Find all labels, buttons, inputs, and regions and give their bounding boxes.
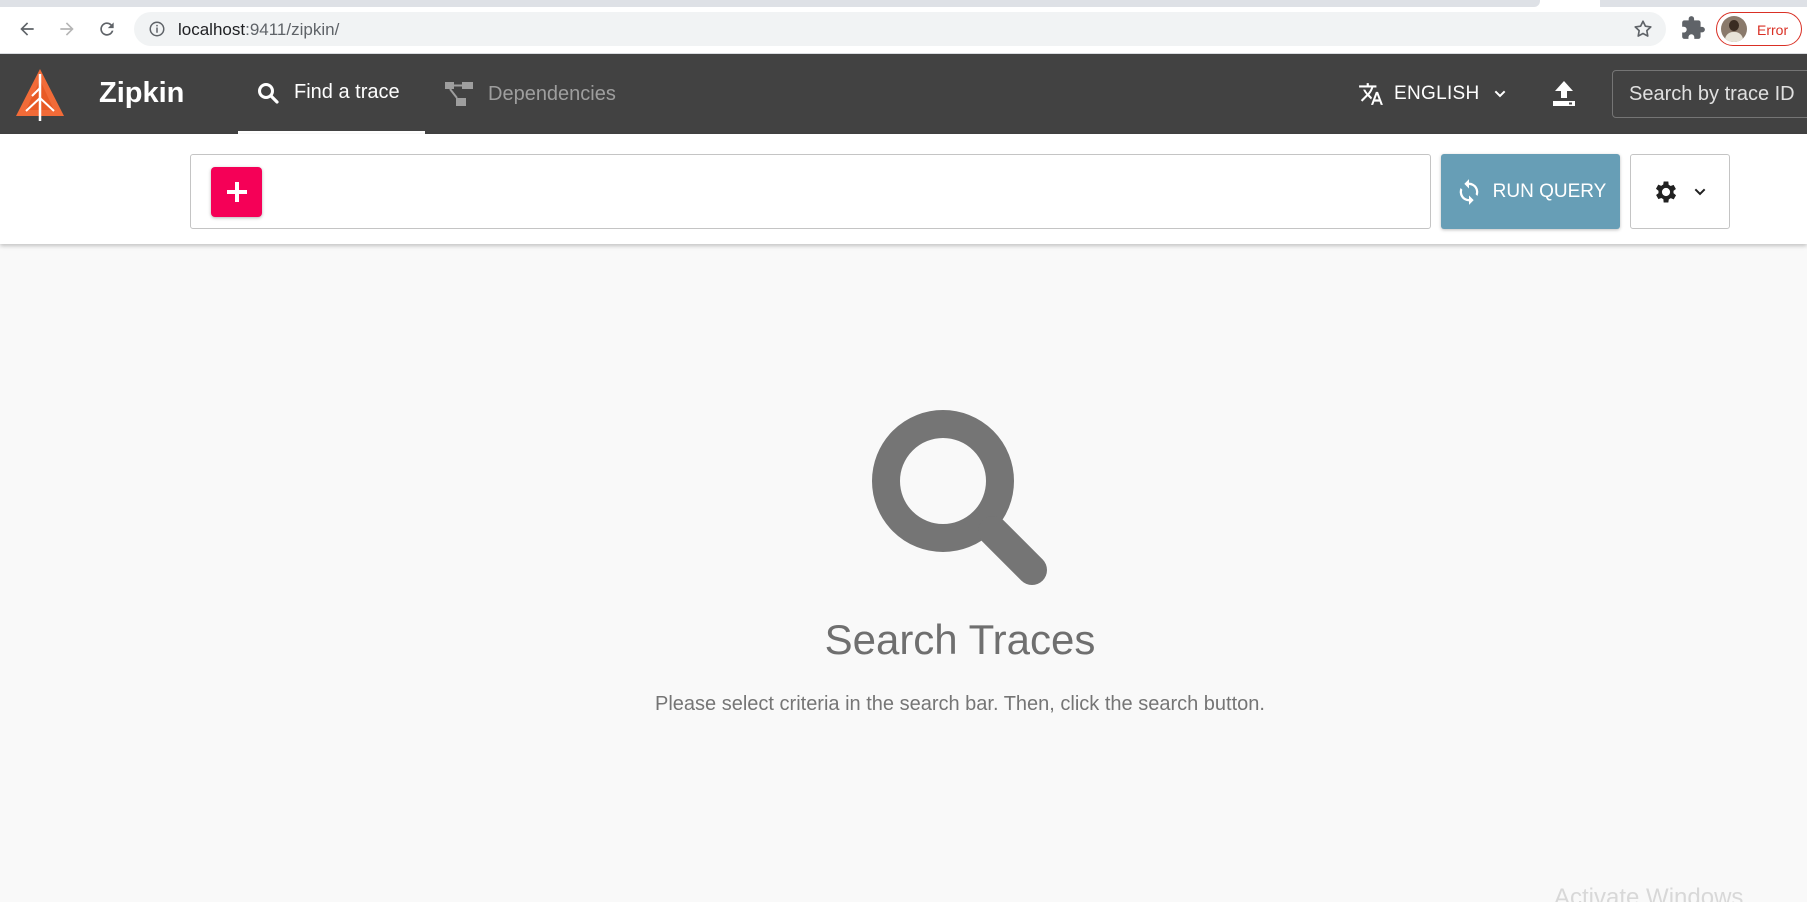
chevron-down-icon <box>1494 90 1505 98</box>
run-query-button[interactable]: RUN QUERY <box>1441 154 1620 229</box>
run-query-label: RUN QUERY <box>1492 180 1607 202</box>
zipkin-logo-icon[interactable] <box>12 66 68 122</box>
tab-strip <box>0 0 1540 7</box>
brand-title[interactable]: Zipkin <box>99 77 184 110</box>
gear-icon <box>1655 181 1677 202</box>
language-label: ENGLISH <box>1394 83 1480 104</box>
translate-icon <box>1359 83 1383 105</box>
url-host: localhost <box>178 20 246 39</box>
forward-button[interactable] <box>52 14 82 44</box>
upload-icon[interactable] <box>1548 78 1580 110</box>
windows-activation-watermark: Activate Windows <box>1554 884 1744 902</box>
add-criteria-button[interactable] <box>211 167 262 217</box>
dependencies-icon <box>445 82 473 106</box>
tab-strip-right <box>1600 0 1807 7</box>
back-arrow-icon <box>20 22 34 36</box>
url-text: localhost:9411/zipkin/ <box>178 20 339 40</box>
trace-id-search-input[interactable] <box>1613 71 1807 117</box>
search-criteria-input[interactable] <box>190 154 1431 229</box>
reload-icon <box>100 22 114 36</box>
back-button[interactable] <box>12 14 42 44</box>
extensions-puzzle-icon[interactable] <box>1680 15 1706 41</box>
tab-find-a-trace[interactable]: Find a trace <box>238 54 425 134</box>
info-icon[interactable] <box>148 20 166 38</box>
sync-icon <box>1459 178 1478 205</box>
empty-state-title: Search Traces <box>824 616 1096 663</box>
chevron-down-icon <box>1694 188 1706 195</box>
query-bar: RUN QUERY <box>0 134 1807 244</box>
profile-button[interactable]: Error <box>1716 12 1802 46</box>
search-traces-magnifier-icon <box>872 410 1047 585</box>
trace-id-search[interactable] <box>1612 70 1807 118</box>
language-selector[interactable]: ENGLISH <box>1358 78 1508 110</box>
tab-find-a-trace-label: Find a trace <box>294 81 400 103</box>
settings-dropdown-button[interactable] <box>1630 154 1730 229</box>
tab-dependencies[interactable]: Dependencies <box>444 54 616 134</box>
browser-toolbar: localhost:9411/zipkin/ Error <box>0 0 1807 54</box>
empty-state-description: Please select criteria in the search bar… <box>655 693 1265 715</box>
app-header: Zipkin Find a trace Dependencies ENGLISH <box>0 54 1807 134</box>
tab-dependencies-label: Dependencies <box>488 82 616 105</box>
avatar <box>1721 16 1747 42</box>
profile-error-label: Error <box>1757 22 1789 38</box>
url-path: :9411/zipkin/ <box>245 20 340 39</box>
search-icon <box>258 82 279 104</box>
address-bar[interactable]: localhost:9411/zipkin/ <box>134 12 1666 46</box>
reload-button[interactable] <box>92 14 122 44</box>
forward-arrow-icon <box>60 22 74 36</box>
bookmark-star-icon[interactable] <box>1632 18 1654 40</box>
